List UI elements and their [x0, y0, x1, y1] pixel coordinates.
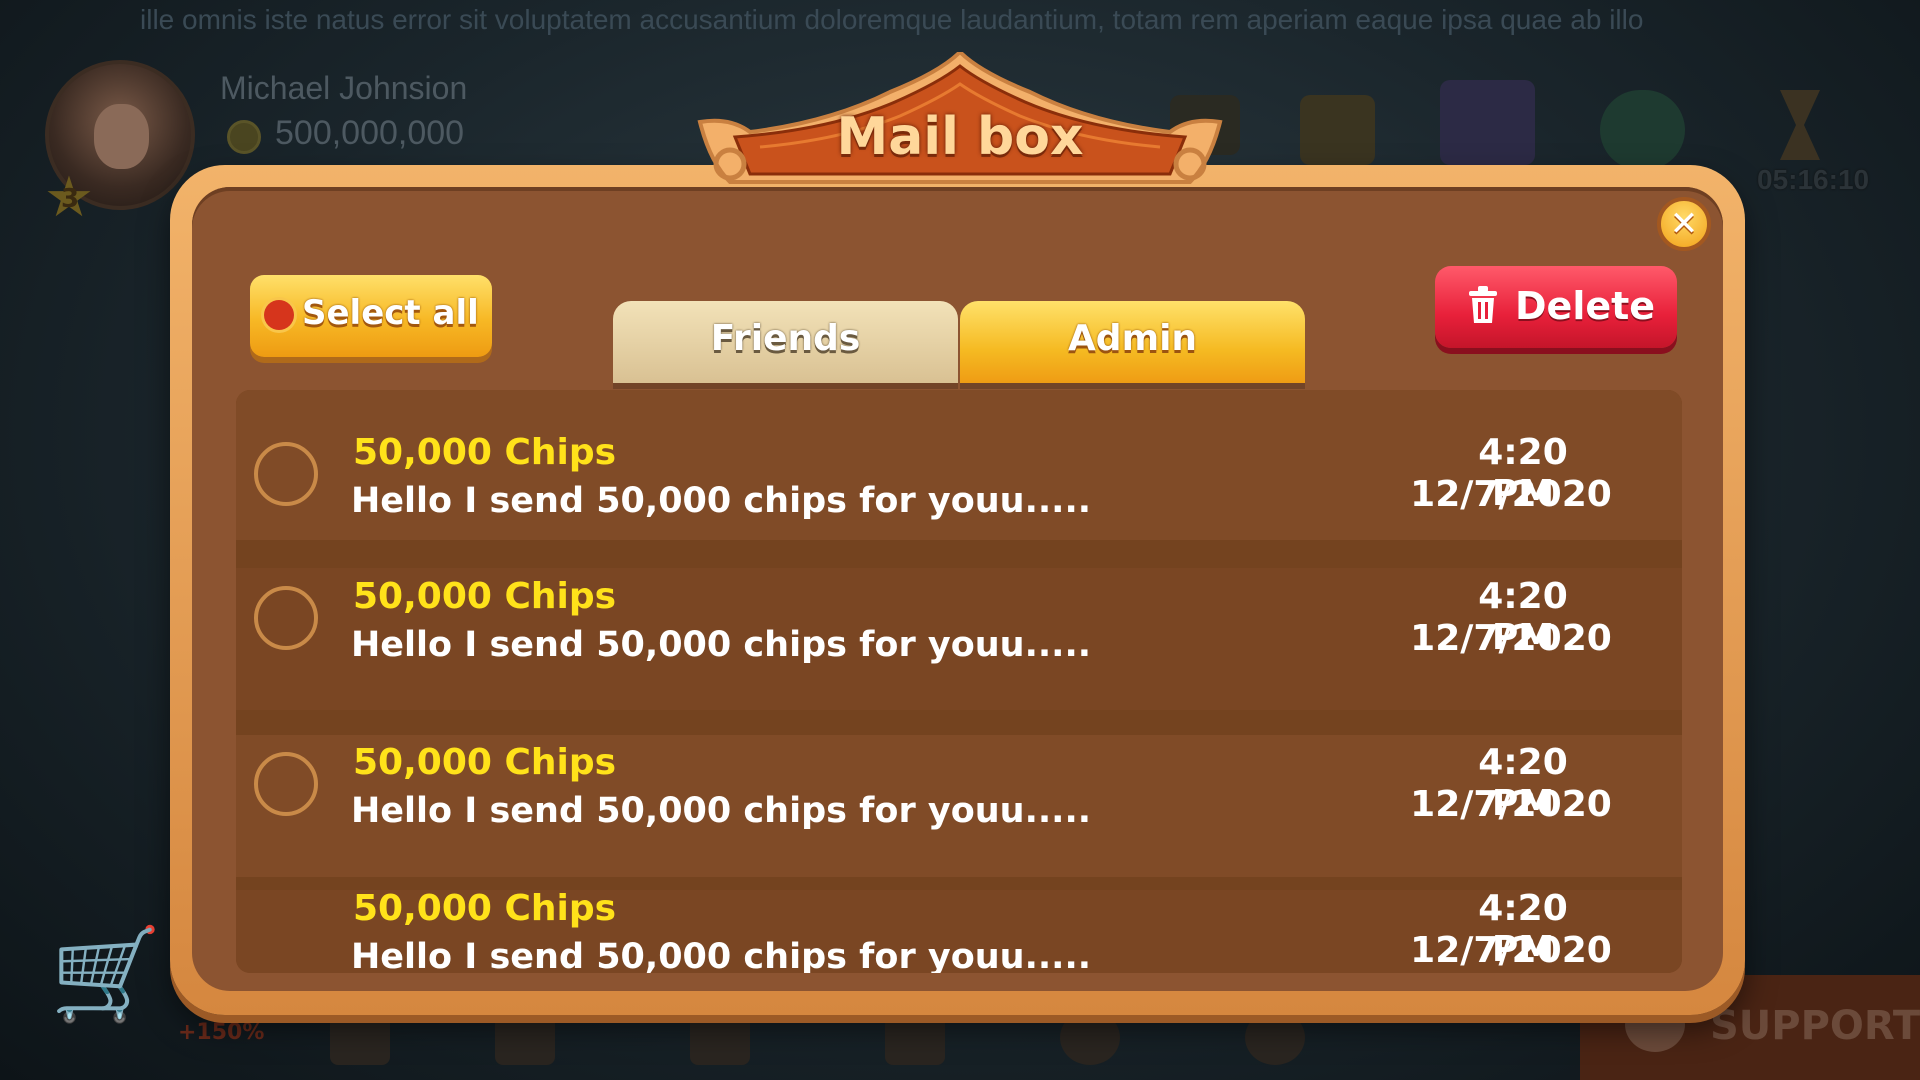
trash-icon	[1469, 286, 1497, 323]
mail-select-checkbox[interactable]	[254, 442, 318, 506]
delete-button[interactable]: Delete	[1435, 266, 1677, 348]
mail-preview: Hello I send 50,000 chips for youu.....	[351, 937, 1092, 973]
player-level: 3	[60, 184, 80, 214]
info-icon[interactable]	[1060, 1010, 1120, 1065]
mail-title: 50,000 Chips	[353, 742, 617, 783]
news-marquee: ille omnis iste natus error sit voluptat…	[140, 4, 1644, 35]
mail-title: 50,000 Chips	[353, 432, 617, 473]
chips-stack-icon	[1600, 90, 1685, 170]
mail-list[interactable]: 50,000 Chips Hello I send 50,000 chips f…	[236, 390, 1682, 973]
coin-icon	[227, 120, 261, 154]
mail-title: 50,000 Chips	[353, 576, 617, 617]
bonus-timer: 05:16:10	[1757, 164, 1870, 195]
mail-select-checkbox[interactable]	[254, 586, 318, 650]
tab-admin[interactable]: Admin	[960, 301, 1305, 383]
mail-date: 12/7/2020	[1410, 474, 1612, 515]
support-label: SUPPORT	[1710, 1003, 1920, 1049]
safe-icon	[1300, 95, 1375, 165]
trophy-icon[interactable]	[330, 1010, 390, 1065]
domino-icon[interactable]	[495, 1010, 555, 1065]
mail-date: 12/7/2020	[1410, 784, 1612, 825]
hourglass-icon	[1780, 90, 1820, 160]
select-all-label: Select all	[302, 293, 479, 333]
player-chips: 500,000,000	[275, 114, 465, 152]
settings-gear-icon[interactable]	[1245, 1010, 1305, 1065]
mail-row[interactable]: 50,000 Chips Hello I send 50,000 chips f…	[236, 390, 1682, 540]
tab-friends-label: Friends	[710, 318, 861, 359]
mail-preview: Hello I send 50,000 chips for youu.....	[351, 791, 1092, 831]
close-button[interactable]: ✕	[1657, 197, 1711, 251]
mail-date: 12/7/2020	[1410, 930, 1612, 971]
mail-preview: Hello I send 50,000 chips for youu.....	[351, 481, 1092, 521]
close-icon: ✕	[1669, 204, 1699, 244]
shop-bonus-badge: +150%	[178, 1020, 265, 1045]
mailbox-title-plaque: Mail box	[690, 52, 1230, 187]
tab-admin-label: Admin	[1067, 318, 1198, 359]
delete-label: Delete	[1515, 284, 1656, 328]
select-all-button[interactable]: Select all	[250, 275, 492, 357]
mail-row[interactable]: 50,000 Chips Hello I send 50,000 chips f…	[236, 735, 1682, 877]
select-all-radio-icon	[264, 300, 294, 330]
shop-cart-icon[interactable]: 🛒	[50, 930, 170, 1020]
mailbox-title: Mail box	[836, 107, 1084, 167]
mailbox-tabs: Friends Admin	[613, 301, 1305, 389]
mail-select-checkbox[interactable]	[254, 752, 318, 816]
gift-icon	[1440, 80, 1535, 165]
mail-date: 12/7/2020	[1410, 618, 1612, 659]
player-name: Michael Johnsion	[220, 70, 468, 106]
mail-preview: Hello I send 50,000 chips for youu.....	[351, 625, 1092, 665]
mail-row[interactable]: 50,000 Chips Hello I send 50,000 chips f…	[236, 568, 1682, 710]
mail-icon[interactable]	[885, 1010, 945, 1065]
mail-row[interactable]: 50,000 Chips Hello I send 50,000 chips f…	[236, 888, 1682, 973]
mail-title: 50,000 Chips	[353, 888, 617, 929]
friends-icon[interactable]	[690, 1010, 750, 1065]
tab-friends[interactable]: Friends	[613, 301, 958, 383]
